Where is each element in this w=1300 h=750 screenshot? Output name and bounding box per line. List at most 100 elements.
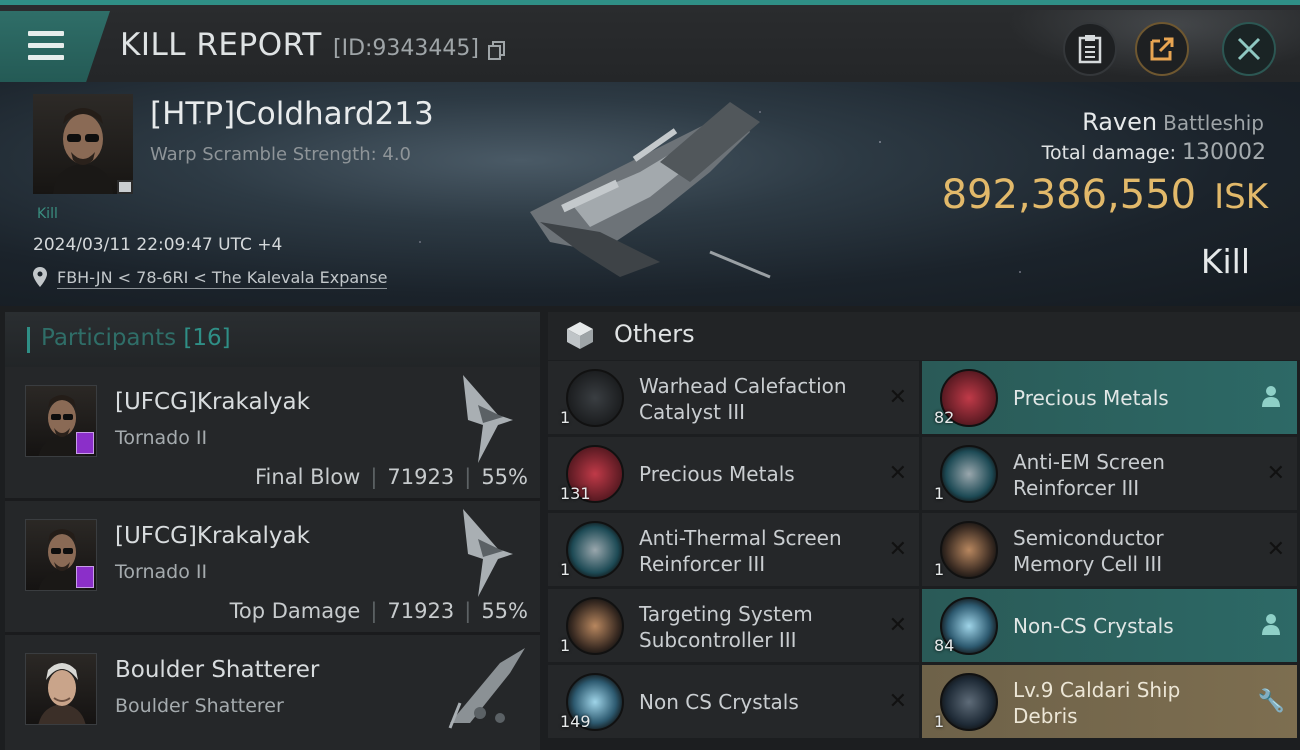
participants-header[interactable]: Participants [16] (5, 312, 540, 367)
isk-unit: ISK (1214, 177, 1268, 217)
person-icon (1262, 386, 1280, 407)
cargo-box-icon (567, 322, 593, 349)
item-name: Non CS Crystals (639, 690, 799, 714)
participant-percent: 55% (481, 599, 528, 623)
kill-datetime: 2024/03/11 22:09:47 UTC +4 (33, 235, 283, 255)
destroyed-x-icon: ✕ (888, 689, 907, 714)
shield-reinforcer-icon (566, 521, 624, 579)
participants-count: [16] (183, 325, 231, 351)
participant-ship: Tornado II (115, 561, 208, 583)
isk-amount: 892,386,550 (941, 172, 1197, 218)
npc-ship-icon (448, 648, 525, 729)
item-row[interactable]: 1 Anti-Thermal Screen Reinforcer III ✕ (548, 513, 919, 586)
item-quantity: 82 (934, 408, 955, 427)
kill-result: Kill (1200, 242, 1250, 281)
item-quantity: 131 (560, 484, 591, 503)
accent-bar (27, 327, 30, 353)
raven-ship-render (530, 102, 771, 279)
others-title: Others (614, 320, 695, 348)
item-row[interactable]: 1 Warhead Calefaction Catalyst III ✕ (548, 361, 919, 434)
menu-button[interactable] (0, 11, 110, 83)
corporation-badge-icon (76, 566, 94, 588)
item-row[interactable]: 131 Precious Metals ✕ (548, 437, 919, 510)
item-name: Anti-EM Screen Reinforcer III (1013, 450, 1165, 500)
participant-damage: 71923 (387, 465, 455, 489)
item-quantity: 1 (560, 408, 571, 427)
close-button[interactable] (1222, 22, 1276, 76)
item-name: Lv.9 Caldari Ship Debris (1013, 678, 1181, 728)
item-row[interactable]: 82 Precious Metals (922, 361, 1297, 434)
victim-name[interactable]: [HTP]Coldhard213 (150, 96, 434, 132)
item-name: Non-CS Crystals (1013, 614, 1174, 638)
pilot-portrait (53, 108, 113, 194)
participants-title: Participants [16] (41, 325, 231, 351)
kill-tag: Kill (37, 206, 58, 222)
destroyed-x-icon: ✕ (1266, 461, 1285, 486)
participant-avatar[interactable] (25, 519, 97, 591)
isk-value: 892,386,550 ISK (942, 172, 1268, 218)
close-icon (1237, 37, 1261, 61)
share-icon (1150, 37, 1174, 61)
participant-name: Boulder Shatterer (115, 657, 320, 683)
participant-row[interactable]: [UFCG]Krakalyak Tornado II Final Blow | 71… (5, 367, 540, 501)
ship-debris-icon (940, 673, 998, 731)
location-link[interactable]: FBH-JN < 78-6RI < The Kalevala Expanse (57, 268, 388, 289)
kill-id: [ID:9343445] (333, 36, 479, 61)
victim-ship: Raven Battleship (1082, 108, 1264, 136)
item-quantity: 1 (934, 484, 945, 503)
destroyed-x-icon: ✕ (888, 385, 907, 410)
participants-label: Participants (41, 325, 177, 351)
item-name: Warhead Calefaction Catalyst III (639, 374, 847, 424)
item-quantity: 1 (934, 712, 945, 731)
tornado-ship-icon (463, 375, 513, 463)
participant-row[interactable]: [UFCG]Krakalyak Tornado II Top Damage | 71… (5, 501, 540, 635)
destroyed-x-icon: ✕ (888, 461, 907, 486)
clipboard-button[interactable] (1063, 22, 1117, 76)
item-row[interactable]: 1 Anti-EM Screen Reinforcer III ✕ (922, 437, 1297, 510)
destroyed-x-icon: ✕ (888, 537, 907, 562)
item-row[interactable]: 1 Lv.9 Caldari Ship Debris 🔧 (922, 665, 1297, 738)
participant-avatar[interactable] (25, 653, 97, 725)
npc-portrait (38, 663, 86, 724)
item-name: Precious Metals (1013, 386, 1169, 410)
participant-name: [UFCG]Krakalyak (115, 389, 310, 415)
participant-role: Final Blow (255, 465, 361, 489)
item-row[interactable]: 149 Non CS Crystals ✕ (548, 665, 919, 738)
item-row[interactable]: 1 Semiconductor Memory Cell III ✕ (922, 513, 1297, 586)
copy-icon[interactable] (488, 41, 506, 61)
participant-stats: Final Blow | 71923 | 55% (255, 465, 528, 489)
wrench-icon: 🔧 (1257, 689, 1285, 714)
destroyed-x-icon: ✕ (1266, 537, 1285, 562)
participant-name: [UFCG]Krakalyak (115, 523, 310, 549)
ship-class: Battleship (1163, 111, 1264, 135)
ship-name: Raven (1082, 108, 1158, 136)
info-badge-icon (117, 180, 133, 194)
item-row[interactable]: 1 Targeting System Subcontroller III ✕ (548, 589, 919, 662)
total-damage: Total damage: 130002 (1042, 140, 1266, 165)
warp-scramble-strength: Warp Scramble Strength: 4.0 (150, 144, 412, 165)
catalyst-item-icon (566, 369, 624, 427)
item-quantity: 84 (934, 636, 955, 655)
total-damage-label: Total damage: (1041, 142, 1177, 164)
participant-role: Top Damage (229, 599, 361, 623)
participant-percent: 55% (481, 465, 528, 489)
participant-avatar[interactable] (25, 385, 97, 457)
participants-panel: Participants [16] [UFCG]Krakalyak Tornad… (5, 312, 540, 750)
victim-avatar[interactable] (33, 94, 133, 194)
others-header: Others (548, 312, 1300, 360)
item-name: Semiconductor Memory Cell III (1013, 526, 1164, 576)
share-button[interactable] (1135, 22, 1189, 76)
item-name: Targeting System Subcontroller III (639, 602, 813, 652)
item-name: Anti-Thermal Screen Reinforcer III (639, 526, 842, 576)
page-title: KILL REPORT (120, 27, 322, 63)
participant-damage: 71923 (387, 599, 455, 623)
participant-stats: Top Damage | 71923 | 55% (229, 599, 528, 623)
item-row[interactable]: 84 Non-CS Crystals (922, 589, 1297, 662)
participant-row[interactable]: Boulder Shatterer Boulder Shatterer (5, 635, 540, 750)
corporation-badge-icon (76, 432, 94, 454)
destroyed-x-icon: ✕ (888, 613, 907, 638)
item-name: Precious Metals (639, 462, 795, 486)
participant-ship: Boulder Shatterer (115, 695, 284, 717)
item-quantity: 1 (934, 560, 945, 579)
subcontroller-icon (566, 597, 624, 655)
